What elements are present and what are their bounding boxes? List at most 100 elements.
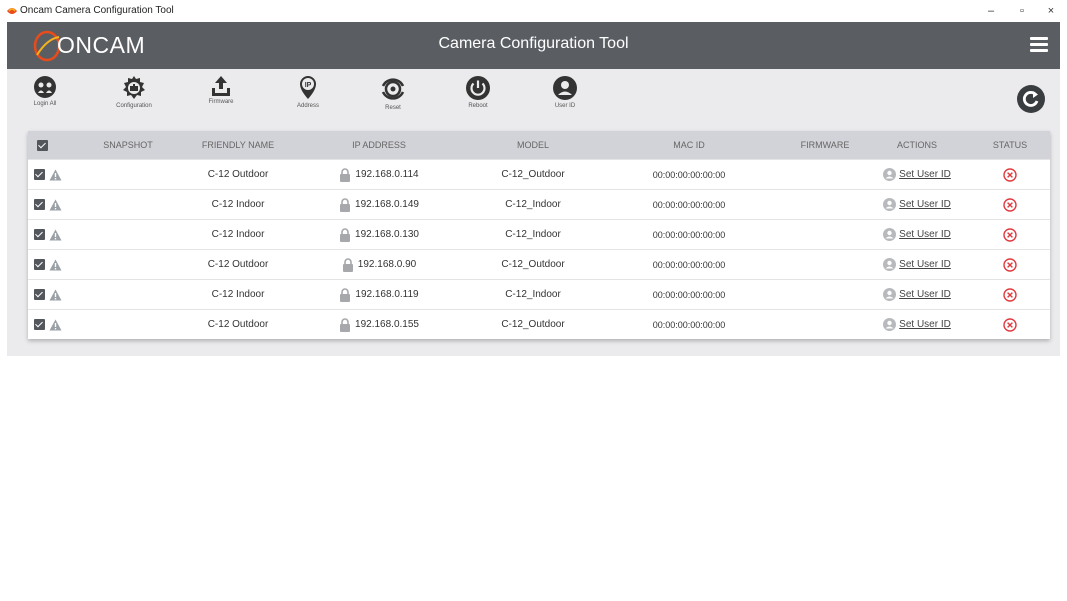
- header-actions: ACTIONS: [896, 140, 937, 150]
- mac-id-cell: 00:00:00:00:00:00: [652, 169, 726, 180]
- model-cell: C-12_Outdoor: [501, 319, 565, 330]
- ip-address-cell: 192.168.0.114: [329, 160, 429, 189]
- firmware-cell: [785, 190, 865, 219]
- toolbar: Login All Configuration Firmware IP Addr…: [7, 69, 1060, 129]
- table-row[interactable]: C-12 Indoor 192.168.0.119 C-12_Indoor 00…: [28, 279, 1050, 309]
- mac-id-cell: 00:00:00:00:00:00: [652, 199, 726, 210]
- user-icon: [883, 288, 897, 301]
- error-status-icon: [1003, 197, 1017, 212]
- minimize-button[interactable]: –: [976, 3, 1006, 19]
- user-icon: [883, 228, 897, 241]
- mac-id-cell: 00:00:00:00:00:00: [652, 229, 726, 240]
- error-status-icon: [1003, 317, 1017, 332]
- refresh-icon[interactable]: [1016, 84, 1046, 114]
- header-model[interactable]: MODEL: [483, 131, 583, 159]
- user-icon: [883, 258, 897, 271]
- table-row[interactable]: C-12 Outdoor 192.168.0.155 C-12_Outdoor …: [28, 309, 1050, 339]
- model-cell: C-12_Indoor: [505, 289, 561, 300]
- warning-icon: [49, 259, 62, 270]
- row-checkbox[interactable]: [34, 289, 45, 300]
- reset-button[interactable]: Reset: [363, 75, 423, 111]
- status-cell: [975, 220, 1045, 249]
- user-icon: [883, 168, 897, 181]
- app-header: ONCAM Camera Configuration Tool: [7, 22, 1060, 69]
- ip-address-text: 192.168.0.149: [355, 199, 419, 210]
- action-cell: Set User ID: [877, 160, 957, 189]
- address-button[interactable]: IP Address: [278, 75, 338, 109]
- row-checkbox[interactable]: [34, 259, 45, 270]
- mac-id-cell: 00:00:00:00:00:00: [652, 259, 726, 270]
- header-status[interactable]: STATUS: [975, 131, 1045, 159]
- select-all-checkbox[interactable]: [36, 139, 48, 151]
- set-user-id-link[interactable]: Set User ID: [899, 169, 951, 180]
- header-firmware[interactable]: FIRMWARE: [785, 131, 865, 159]
- set-user-id-link[interactable]: Set User ID: [899, 319, 951, 330]
- error-status-icon: [1003, 287, 1017, 302]
- firmware-cell: [785, 160, 865, 189]
- configuration-icon: [123, 76, 145, 99]
- table-header: SNAPSHOT FRIENDLY NAME IP ADDRESS MODEL …: [28, 131, 1050, 159]
- friendly-name-cell: C-12 Outdoor: [207, 319, 269, 330]
- action-cell: Set User ID: [877, 310, 957, 339]
- error-status-icon: [1003, 167, 1017, 182]
- header-mac-id[interactable]: MAC ID: [639, 131, 739, 159]
- menu-icon[interactable]: [1030, 37, 1048, 52]
- table-row[interactable]: C-12 Indoor 192.168.0.149 C-12_Indoor 00…: [28, 189, 1050, 219]
- lock-icon: [340, 227, 351, 242]
- login-all-button[interactable]: Login All: [15, 75, 75, 107]
- reboot-label: Reboot: [468, 103, 488, 109]
- set-user-id-link[interactable]: Set User ID: [899, 289, 951, 300]
- warning-icon: [49, 199, 62, 210]
- row-select-cell: [34, 190, 74, 219]
- friendly-name-cell: C-12 Outdoor: [207, 259, 269, 270]
- row-select-cell: [34, 280, 74, 309]
- user-icon: [883, 318, 897, 331]
- lock-icon: [340, 167, 351, 182]
- svg-text:IP: IP: [305, 82, 312, 89]
- action-cell: Set User ID: [877, 250, 957, 279]
- header-friendly-name[interactable]: FRIENDLY NAME: [188, 131, 288, 159]
- configuration-button[interactable]: Configuration: [104, 75, 164, 109]
- friendly-name-cell: C-12 Outdoor: [207, 169, 269, 180]
- model-cell: C-12_Indoor: [505, 229, 561, 240]
- reset-label: Reset: [385, 105, 401, 111]
- status-cell: [975, 310, 1045, 339]
- lock-icon: [340, 197, 351, 212]
- model-cell: C-12_Outdoor: [501, 259, 565, 270]
- row-select-cell: [34, 220, 74, 249]
- upload-icon: [212, 76, 230, 96]
- ip-address-text: 192.168.0.155: [355, 319, 419, 330]
- header-ip-address[interactable]: IP ADDRESS: [329, 131, 429, 159]
- row-checkbox[interactable]: [34, 199, 45, 210]
- table-row[interactable]: C-12 Outdoor 192.168.0.114 C-12_Outdoor …: [28, 159, 1050, 189]
- model-cell: C-12_Outdoor: [501, 169, 565, 180]
- maximize-button[interactable]: ▫: [1007, 3, 1037, 19]
- content-panel: SNAPSHOT FRIENDLY NAME IP ADDRESS MODEL …: [7, 129, 1060, 356]
- set-user-id-link[interactable]: Set User ID: [899, 259, 951, 270]
- row-checkbox[interactable]: [34, 319, 45, 330]
- table-row[interactable]: C-12 Outdoor 192.168.0.90 C-12_Outdoor 0…: [28, 249, 1050, 279]
- configuration-label: Configuration: [116, 103, 152, 109]
- error-status-icon: [1003, 257, 1017, 272]
- mac-id-cell: 00:00:00:00:00:00: [652, 319, 726, 330]
- row-select-cell: [34, 310, 74, 339]
- close-button[interactable]: ×: [1036, 3, 1066, 19]
- table-row[interactable]: C-12 Indoor 192.168.0.130 C-12_Indoor 00…: [28, 219, 1050, 249]
- login-all-icon: [34, 76, 56, 98]
- ip-address-cell: 192.168.0.149: [329, 190, 429, 219]
- power-icon: [466, 76, 490, 100]
- row-select-cell: [34, 250, 74, 279]
- reboot-button[interactable]: Reboot: [448, 75, 508, 109]
- select-all-cell: [28, 131, 56, 159]
- firmware-button[interactable]: Firmware: [191, 75, 251, 105]
- row-checkbox[interactable]: [34, 169, 45, 180]
- address-label: Address: [296, 103, 319, 109]
- status-cell: [975, 250, 1045, 279]
- user-id-button[interactable]: User ID: [535, 75, 595, 109]
- header-snapshot[interactable]: SNAPSHOT: [88, 131, 168, 159]
- set-user-id-link[interactable]: Set User ID: [899, 229, 951, 240]
- set-user-id-link[interactable]: Set User ID: [899, 199, 951, 210]
- lock-icon: [342, 257, 353, 272]
- row-checkbox[interactable]: [34, 229, 45, 240]
- user-icon: [883, 198, 897, 211]
